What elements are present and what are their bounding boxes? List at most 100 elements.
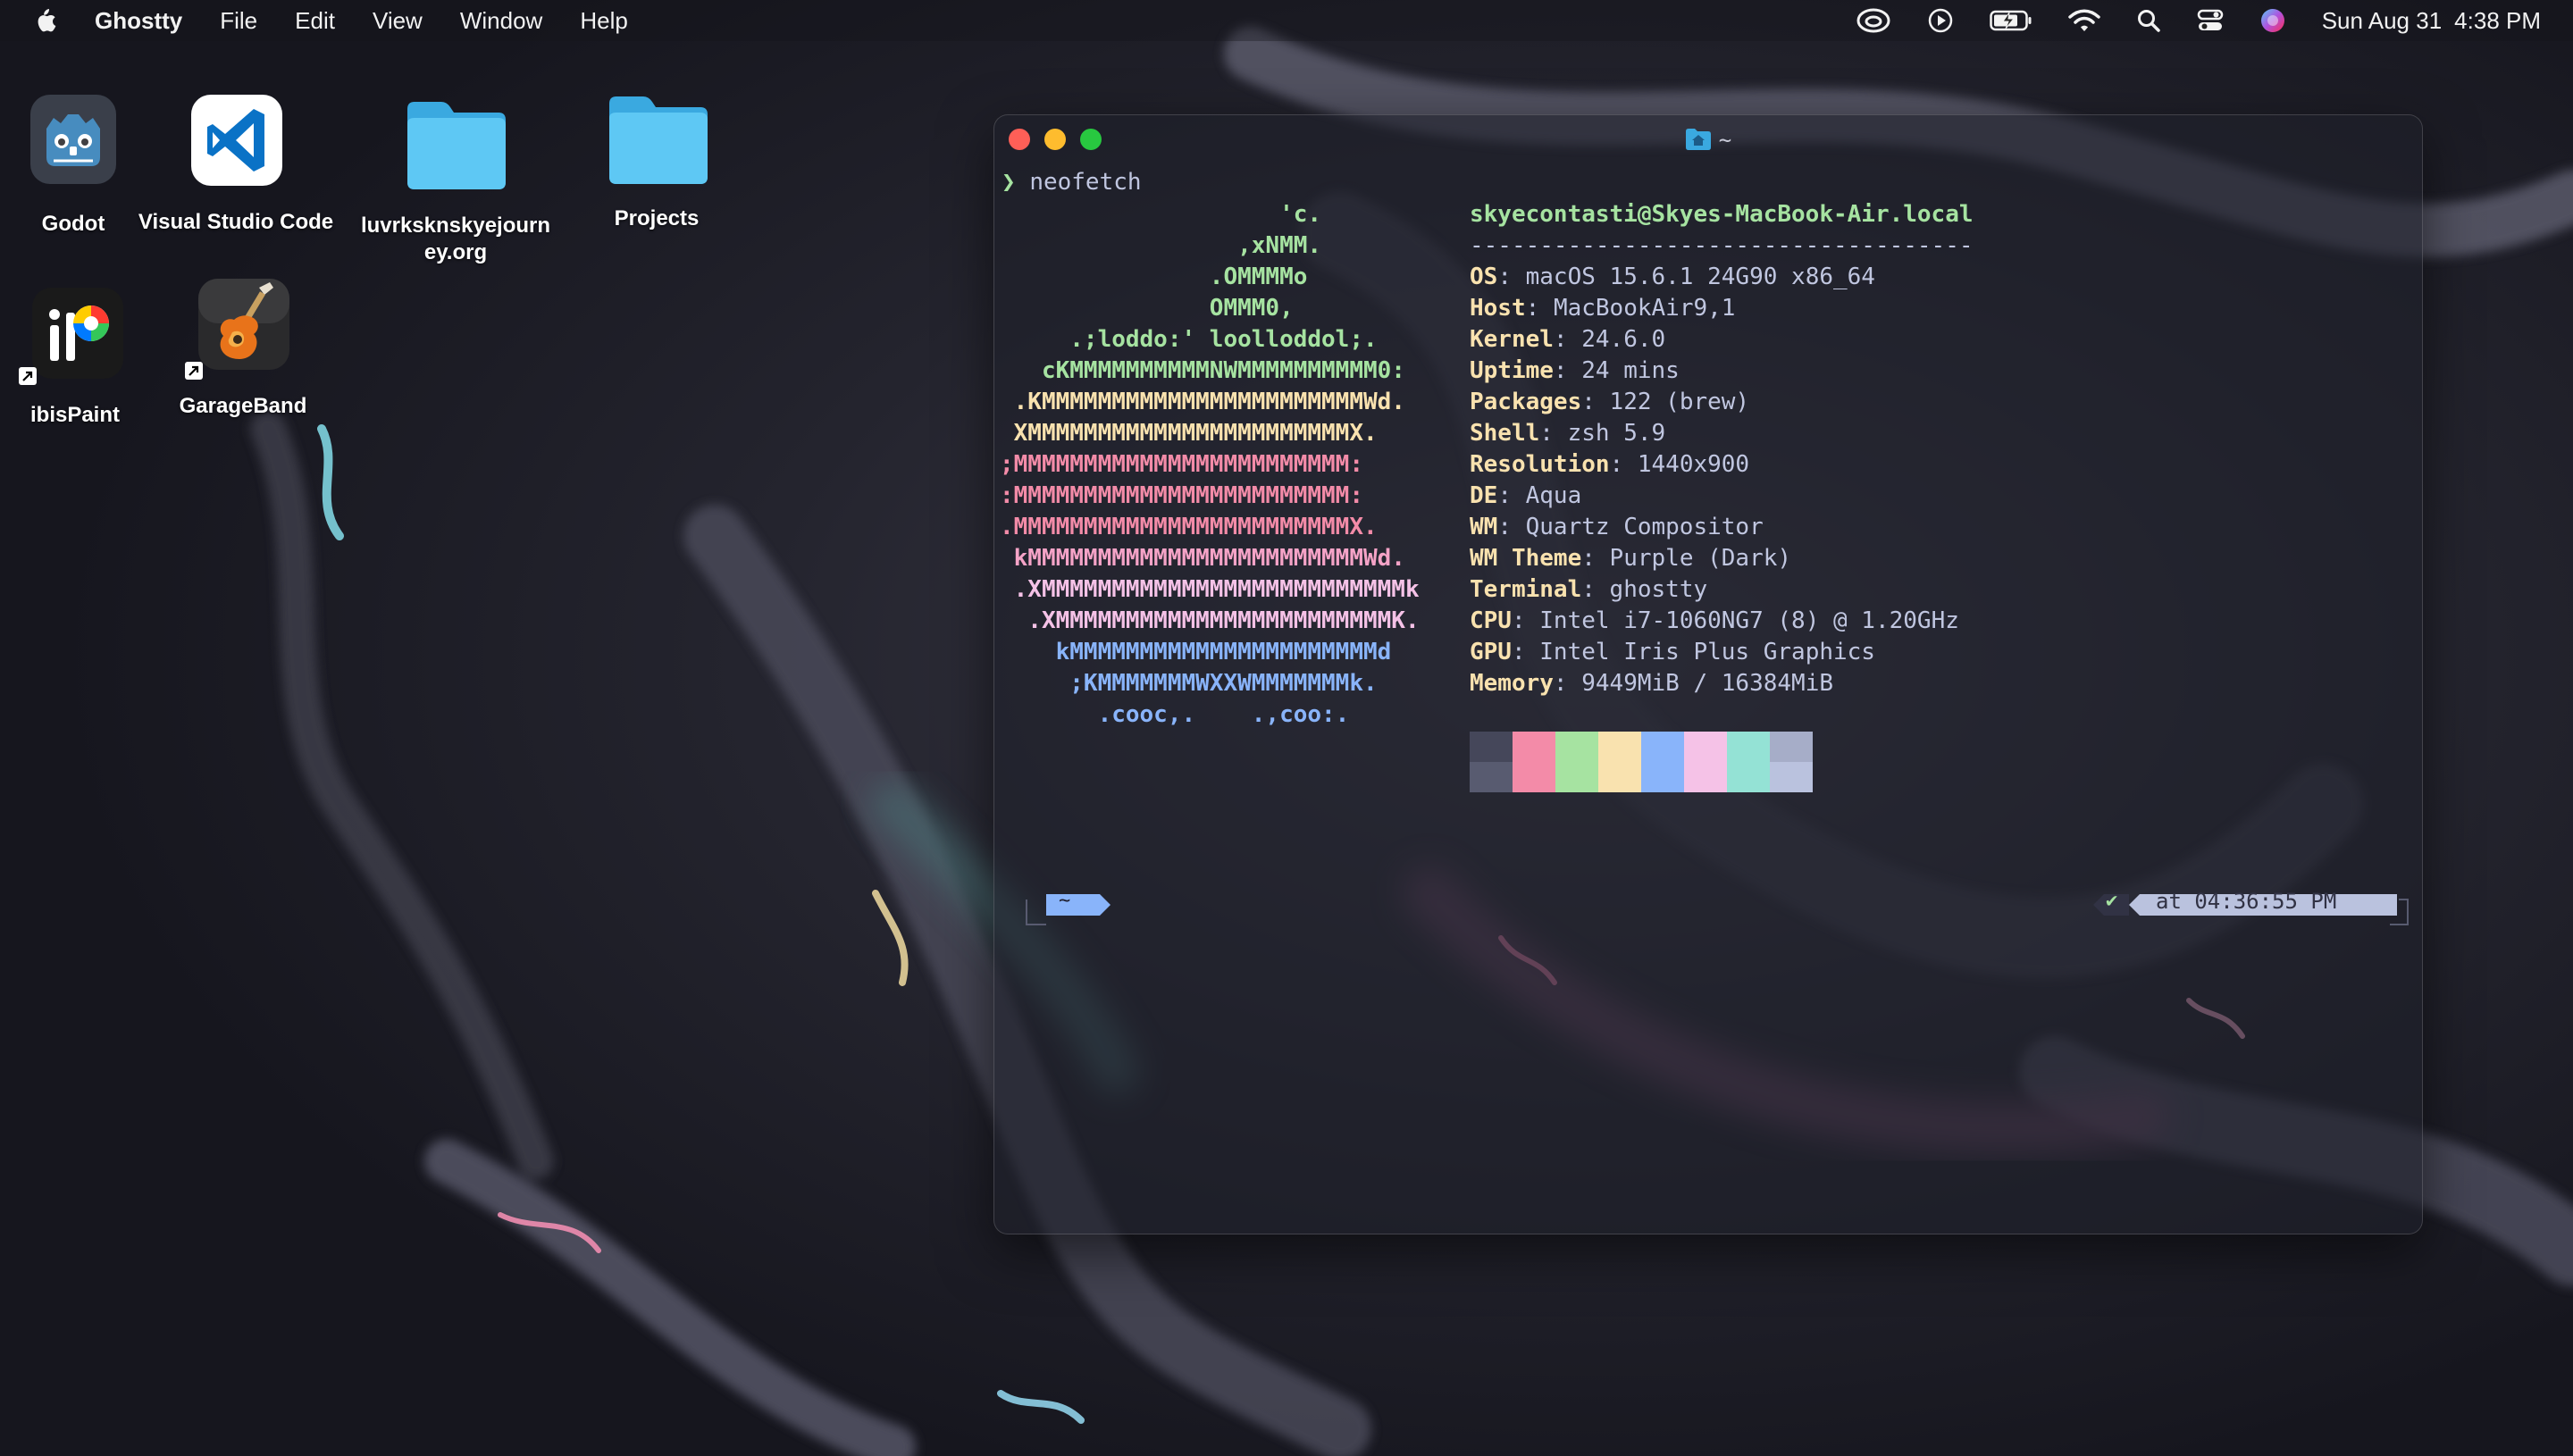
alias-arrow-icon <box>185 362 203 380</box>
info-key: Memory <box>1470 670 1554 697</box>
info-key: Resolution <box>1470 451 1610 478</box>
desktop-icon-label: Projects <box>614 206 700 230</box>
info-value: Purple (Dark) <box>1609 545 1792 572</box>
battery-charging-icon[interactable] <box>1989 10 2032 31</box>
window-title-text: ~ <box>1718 128 1732 153</box>
palette-swatch <box>1641 762 1684 792</box>
logo-line: kMMMMMMMMMMMMMMMMMMMMMMd <box>1000 639 1392 665</box>
menu-time[interactable]: 4:38 PM <box>2454 7 2541 35</box>
info-line: Packages: 122 (brew) <box>1470 389 1750 415</box>
desktop-icon-garageband[interactable]: GarageBand <box>172 273 314 425</box>
info-key: Uptime <box>1470 357 1554 384</box>
logo-line: XMMMMMMMMMMMMMMMMMMMMMMMX. <box>1000 420 1378 447</box>
desktop-icon-godot[interactable]: Godot <box>18 93 129 245</box>
info-value: 122 (brew) <box>1609 389 1750 415</box>
user-host: skyecontasti@Skyes-MacBook-Air.local <box>1470 201 1974 228</box>
info-key: Terminal <box>1470 576 1582 603</box>
desktop-icon-ibispaint[interactable]: ibisPaint <box>13 286 138 438</box>
play-icon[interactable] <box>1927 7 1954 34</box>
info-separator: ------------------------------------ <box>1470 232 1974 259</box>
command-text: neofetch <box>1029 169 1142 196</box>
logo-line: .KMMMMMMMMMMMMMMMMMMMMMMMWd. <box>1000 389 1405 415</box>
palette-swatch <box>1641 732 1684 762</box>
control-center-icon[interactable] <box>2197 8 2224 33</box>
logo-line: :MMMMMMMMMMMMMMMMMMMMMMMM: <box>1000 482 1363 509</box>
creative-cloud-icon[interactable] <box>1856 7 1891 34</box>
window-titlebar[interactable]: ~ <box>994 115 2422 165</box>
menu-help[interactable]: Help <box>580 7 627 35</box>
info-line: WM Theme: Purple (Dark) <box>1470 545 1792 572</box>
menu-bar: Ghostty File Edit View Window Help Sun A… <box>0 0 2573 41</box>
logo-line: .XMMMMMMMMMMMMMMMMMMMMMMMMMMk <box>1000 576 1420 603</box>
logo-line: ;KMMMMMMMWXXWMMMMMMMk. <box>1000 670 1378 697</box>
menu-file[interactable]: File <box>220 7 257 35</box>
desktop-icon-label: luvrksknskyejourn <box>360 213 551 238</box>
info-key: DE <box>1470 482 1498 509</box>
info-key: CPU <box>1470 607 1512 634</box>
apple-menu-icon[interactable] <box>32 6 57 35</box>
ibispaint-icon <box>32 288 123 379</box>
logo-line: .OMMMMo <box>1000 264 1308 290</box>
wifi-icon[interactable] <box>2067 8 2100 33</box>
info-line: Resolution: 1440x900 <box>1470 451 1750 478</box>
ghostty-terminal-window[interactable]: ~ ❯ neofetch 'c. ,xNMM. .OMMMMo OMMM0, .… <box>993 114 2423 1234</box>
info-key: Kernel <box>1470 326 1554 353</box>
info-key: Shell <box>1470 420 1540 447</box>
palette-swatch <box>1555 732 1598 762</box>
info-line: Host: MacBookAir9,1 <box>1470 295 1736 322</box>
logo-line: .MMMMMMMMMMMMMMMMMMMMMMMMX. <box>1000 514 1378 540</box>
palette-swatch <box>1727 732 1770 762</box>
palette-swatch <box>1513 732 1555 762</box>
logo-line: cKMMMMMMMMMMNWMMMMMMMMMM0: <box>1000 357 1405 384</box>
status-time: at 04:36:55 PM <box>2156 889 2337 914</box>
desktop-icon-projects-folder[interactable]: Projects <box>590 88 724 239</box>
search-icon[interactable] <box>2136 8 2161 33</box>
info-line: Shell: zsh 5.9 <box>1470 420 1666 447</box>
info-value: Intel Iris Plus Graphics <box>1539 639 1875 665</box>
menu-edit[interactable]: Edit <box>295 7 335 35</box>
desktop-icon-label-line2: ey.org <box>423 240 488 264</box>
desktop-icon-vscode[interactable]: Visual Studio Code <box>130 93 341 245</box>
logo-line: ,xNMM. <box>1000 232 1322 259</box>
info-value: zsh 5.9 <box>1567 420 1666 447</box>
palette-swatch <box>1684 732 1727 762</box>
info-key: WM <box>1470 514 1498 540</box>
info-line: DE: Aqua <box>1470 482 1582 509</box>
info-value: 1440x900 <box>1637 451 1750 478</box>
palette-swatch <box>1770 762 1813 792</box>
info-key: GPU <box>1470 639 1512 665</box>
logo-line: .XMMMMMMMMMMMMMMMMMMMMMMMMK. <box>1000 607 1420 634</box>
logo-line: .cooc,. .,coo:. <box>1000 701 1350 728</box>
menu-view[interactable]: View <box>373 7 423 35</box>
desktop-icon-label: Visual Studio Code <box>138 210 334 234</box>
logo-line: .;loddo:' loolloddol;. <box>1000 326 1378 353</box>
desktop-icon-luvrksknskyejourney-folder[interactable]: luvrksknskyejourn ey.org <box>348 93 563 272</box>
prompt-symbol: ❯ <box>1002 169 1016 196</box>
info-key: Host <box>1470 295 1526 322</box>
info-value: ghostty <box>1609 576 1708 603</box>
vscode-icon <box>191 95 282 186</box>
info-line: Kernel: 24.6.0 <box>1470 326 1666 353</box>
palette-swatch <box>1513 762 1555 792</box>
logo-line: 'c. <box>1000 201 1322 228</box>
prompt-dir-segment <box>1026 894 1110 925</box>
alias-arrow-icon <box>19 367 37 385</box>
godot-icon <box>30 95 116 184</box>
menu-date[interactable]: Sun Aug 31 <box>2322 7 2442 35</box>
desktop-icon-label: GarageBand <box>179 394 307 418</box>
info-value: macOS 15.6.1 24G90 x86_64 <box>1525 264 1875 290</box>
info-key: WM Theme <box>1470 545 1582 572</box>
menu-window[interactable]: Window <box>460 7 542 35</box>
desktop-icon-label: ibisPaint <box>29 403 121 427</box>
palette-swatch <box>1727 762 1770 792</box>
info-line: GPU: Intel Iris Plus Graphics <box>1470 639 1875 665</box>
status-check-icon: ✔ <box>2106 890 2118 912</box>
info-value: Intel i7-1060NG7 (8) @ 1.20GHz <box>1539 607 1959 634</box>
menu-app-name[interactable]: Ghostty <box>95 7 182 35</box>
siri-icon[interactable] <box>2259 7 2286 34</box>
palette-swatch <box>1470 762 1513 792</box>
info-value: 24.6.0 <box>1581 326 1666 353</box>
folder-icon <box>609 96 708 184</box>
info-line: WM: Quartz Compositor <box>1470 514 1764 540</box>
info-line: CPU: Intel i7-1060NG7 (8) @ 1.20GHz <box>1470 607 1959 634</box>
